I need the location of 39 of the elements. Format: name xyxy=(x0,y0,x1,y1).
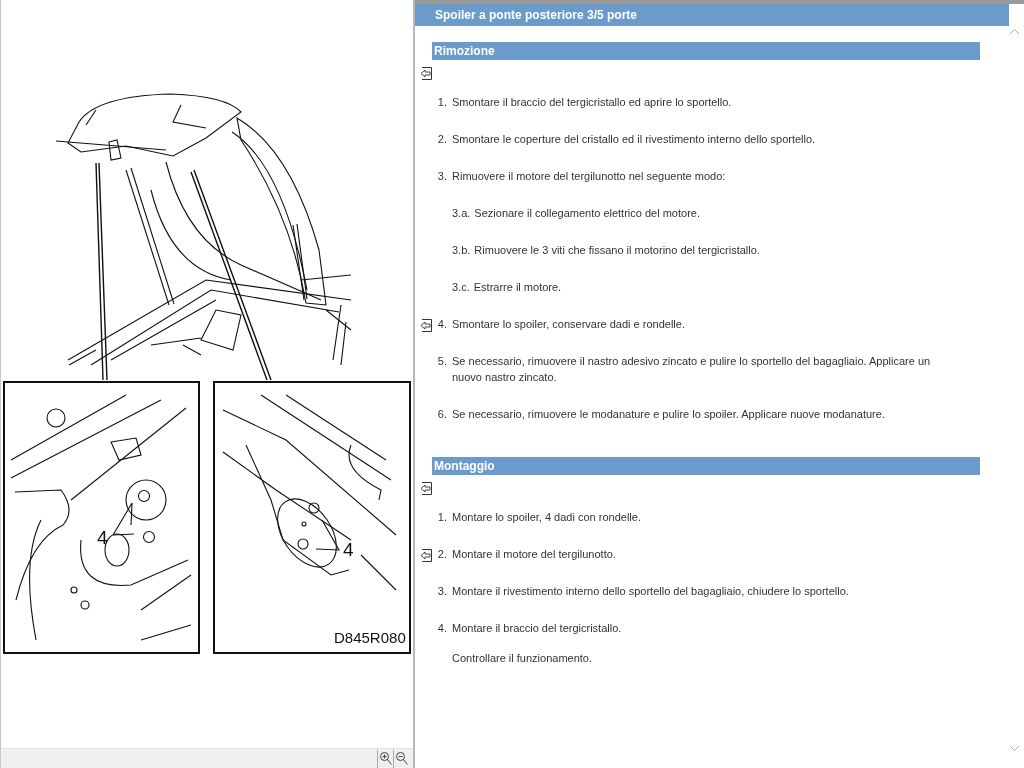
step-number: 4. xyxy=(436,317,448,332)
section-heading: Montaggio xyxy=(432,457,980,475)
step-number: 2. xyxy=(436,132,448,147)
step-number: 2. xyxy=(436,547,448,562)
step-text: Montare lo spoiler, 4 dadi con rondelle. xyxy=(452,510,641,525)
step-number: 3. xyxy=(436,584,448,599)
substep-number: 3.a. xyxy=(452,206,471,221)
step-text: Rimuovere il motore del tergilunotto nel seguente modo: xyxy=(452,169,726,184)
step-number: 4. xyxy=(436,621,448,636)
note-text: Controllare il funzionamento. xyxy=(452,651,593,666)
step-number: 1. xyxy=(436,95,448,110)
back-arrow-icon[interactable] xyxy=(420,318,432,332)
substep-number: 3.c. xyxy=(452,280,470,295)
step-number: 3. xyxy=(436,169,448,184)
step-text: Montare il motore del tergilunotto. xyxy=(452,547,616,562)
step-number: 1. xyxy=(436,510,448,525)
step-text: Montare il rivestimento interno dello sportello del bagagliaio, chiudere lo sportello. xyxy=(452,584,849,599)
step-number: 6. xyxy=(436,407,448,422)
step-text: Se necessario, rimuovere le modanature e pulire lo spoiler. Applicare nuove modanature. xyxy=(452,407,885,422)
back-arrow-icon[interactable] xyxy=(420,548,432,562)
step-text: Smontare il braccio del tergicristallo ed aprire lo sportello. xyxy=(452,95,732,110)
substep-text: Sezionare il collegamento elettrico del motore. xyxy=(474,206,700,221)
drawing-code: D845R080 xyxy=(334,629,406,646)
callout-number: 4 xyxy=(97,527,108,548)
step-text: Montare il braccio del tergicristallo. xyxy=(452,621,622,636)
document-title: Spoiler a ponte posteriore 3/5 porte xyxy=(415,4,1009,26)
zoom-out-button[interactable] xyxy=(393,749,409,768)
step-text: Se necessario, rimuovere il nastro adesivo zincato e pulire lo sportello del bagagliaio. Applicare un nuovo nastro zincato. xyxy=(452,354,932,385)
substep-number: 3.b. xyxy=(452,243,471,258)
step-text: Smontare lo spoiler, conservare dadi e rondelle. xyxy=(452,317,685,332)
zoom-in-button[interactable] xyxy=(377,749,393,768)
back-arrow-icon[interactable] xyxy=(420,482,432,496)
substep-text: Estrarre il motore. xyxy=(473,280,562,295)
callout-number: 4 xyxy=(343,539,354,560)
substep-text: Rimuovere le 3 viti che fissano il motorino del tergicristallo. xyxy=(474,243,760,258)
step-text: Smontare le coperture del cristallo ed il rivestimento interno dello sportello. xyxy=(452,132,816,147)
back-arrow-icon[interactable] xyxy=(420,67,432,81)
section-heading: Rimozione xyxy=(432,42,980,60)
step-number: 5. xyxy=(436,354,448,369)
